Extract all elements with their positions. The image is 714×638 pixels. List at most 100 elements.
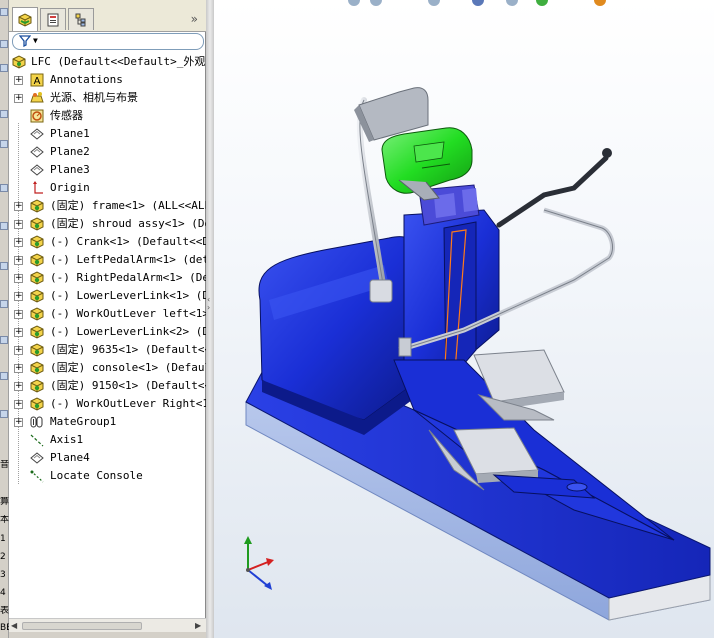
tree-item[interactable]: Locate Console [9,467,206,485]
tree-item-label: (-) LowerLeverLink<1> (De [50,289,206,302]
lever-pivot [369,279,393,303]
strip-tool-icon[interactable] [0,336,8,344]
tree-item[interactable]: + (-) LeftPedalArm<1> (deta [9,251,206,269]
tree-item[interactable]: Plane4 [9,449,206,467]
tree-item[interactable]: + (固定) console<1> (Default [9,359,206,377]
tree-item[interactable]: Origin [9,179,206,197]
tree-item[interactable]: Plane3 [9,161,206,179]
configuration-manager-tab[interactable] [68,8,94,30]
z-axis [247,569,269,587]
strip-tool-icon[interactable] [0,410,8,418]
expand-toggle-icon[interactable]: + [14,220,23,229]
tree-item-label: Origin [50,181,90,194]
tree-item[interactable]: + (-) LowerLeverLink<1> (De [9,287,206,305]
tree-item[interactable]: + (-) LowerLeverLink<2> (De [9,323,206,341]
tree-item[interactable]: + (固定) 9150<1> (Default<<D [9,377,206,395]
strip-label: 3 [0,570,6,580]
tree-item-label: (-) WorkOutLever Right<1> [50,397,206,410]
expand-toggle-icon[interactable]: + [14,274,23,283]
assembly-icon [12,55,26,69]
tree-item[interactable]: + (固定) frame<1> (ALL<<ALL> [9,197,206,215]
expand-toggle-icon[interactable]: + [14,292,23,301]
tree-item-label: (-) RightPedalArm<1> (Defa [50,271,206,284]
tree-item[interactable]: + (-) Crank<1> (Default<<De [9,233,206,251]
tree-item[interactable]: Plane1 [9,125,206,143]
expand-toggle-icon[interactable]: + [14,418,23,427]
tree-item[interactable]: + 光源、相机与布景 [9,89,206,107]
manager-tab-bar: » [9,0,206,32]
expand-toggle-icon[interactable]: + [14,76,23,85]
collapse-panel-button[interactable]: » [191,12,198,26]
strip-tool-icon[interactable] [0,110,8,118]
tree-item[interactable]: + (-) WorkOutLever left<1> [9,305,206,323]
expand-toggle-icon[interactable]: + [14,382,23,391]
tree-item-label: Axis1 [50,433,84,446]
strip-tool-icon[interactable] [0,184,8,192]
strip-label: 4 [0,588,6,598]
tree-horizontal-scrollbar[interactable]: ◀ ▶ [9,618,206,632]
expand-toggle-icon[interactable]: + [14,328,23,337]
property-manager-tab[interactable] [40,8,66,30]
tree-item-label: (-) WorkOutLever left<1> [50,307,206,320]
plane-icon [30,452,44,464]
expand-toggle-icon[interactable]: + [14,256,23,265]
expand-toggle-icon[interactable]: + [14,310,23,319]
strip-tool-icon[interactable] [0,222,8,230]
strip-tool-icon[interactable] [0,40,8,48]
graphics-viewport[interactable] [214,0,714,638]
tree-item-label: (固定) shroud assy<1> (De [50,217,206,230]
tree-item[interactable]: 传感器 [9,107,206,125]
strip-label: 算 [0,497,9,507]
strip-tool-icon[interactable] [0,8,8,16]
part-icon [30,307,44,321]
tree-item[interactable]: + MateGroup1 [9,413,206,431]
part-icon [30,289,44,303]
expand-toggle-icon[interactable]: + [14,364,23,373]
tree-item-label: 光源、相机与布景 [50,91,138,104]
tree-item-label: Plane4 [50,451,90,464]
mates-icon [30,416,43,428]
scroll-left-icon[interactable]: ◀ [11,621,21,631]
expand-toggle-icon[interactable]: + [14,346,23,355]
tree-item-label: (固定) console<1> (Default [50,361,206,374]
tree-item[interactable]: + (固定) shroud assy<1> (De [9,215,206,233]
tree-item[interactable]: Axis1 [9,431,206,449]
strip-tool-icon[interactable] [0,140,8,148]
tree-item[interactable]: + (-) RightPedalArm<1> (Defa [9,269,206,287]
expand-toggle-icon[interactable]: + [14,238,23,247]
tree-item-label: (固定) frame<1> (ALL<<ALL> [50,199,206,212]
scroll-right-icon[interactable]: ▶ [195,621,205,631]
strip-tool-icon[interactable] [0,262,8,270]
strip-label: 2 [0,552,6,562]
tree-item[interactable]: + (固定) 9635<1> (Default<<D [9,341,206,359]
strip-tool-icon[interactable] [0,300,8,308]
feature-manager-tab[interactable] [12,7,38,31]
strip-label: 音 [0,460,9,470]
panel-splitter[interactable]: ‹ › [206,0,214,638]
sensor-icon [30,109,44,123]
plane-icon [30,146,44,158]
tree-item[interactable]: Plane2 [9,143,206,161]
bottom-tab-bar [9,632,206,638]
tree-filter-input[interactable]: ▼ [12,33,204,50]
tree-item-label: (-) Crank<1> (Default<<De [50,235,206,248]
splitter-grip-icon[interactable]: ‹ › [207,296,213,320]
tree-root-item[interactable]: LFC (Default<<Default>_外观 [9,53,206,71]
part-icon [30,343,44,357]
scroll-thumb[interactable] [22,622,142,630]
expand-toggle-icon[interactable]: + [14,400,23,409]
part-icon [30,217,44,231]
tree-item-label: Annotations [50,73,123,86]
tree-item[interactable]: + (-) WorkOutLever Right<1> [9,395,206,413]
annotations-icon: A [30,73,44,87]
sketch-icon [30,470,44,483]
expand-toggle-icon[interactable]: + [14,202,23,211]
lights-cameras-icon [30,92,44,103]
expand-toggle-icon[interactable]: + [14,94,23,103]
tree-item-label: Locate Console [50,469,143,482]
filter-dropdown-icon[interactable]: ▼ [33,36,38,45]
strip-tool-icon[interactable] [0,372,8,380]
axis-icon [30,434,44,447]
tree-item[interactable]: + A Annotations [9,71,206,89]
strip-tool-icon[interactable] [0,64,8,72]
